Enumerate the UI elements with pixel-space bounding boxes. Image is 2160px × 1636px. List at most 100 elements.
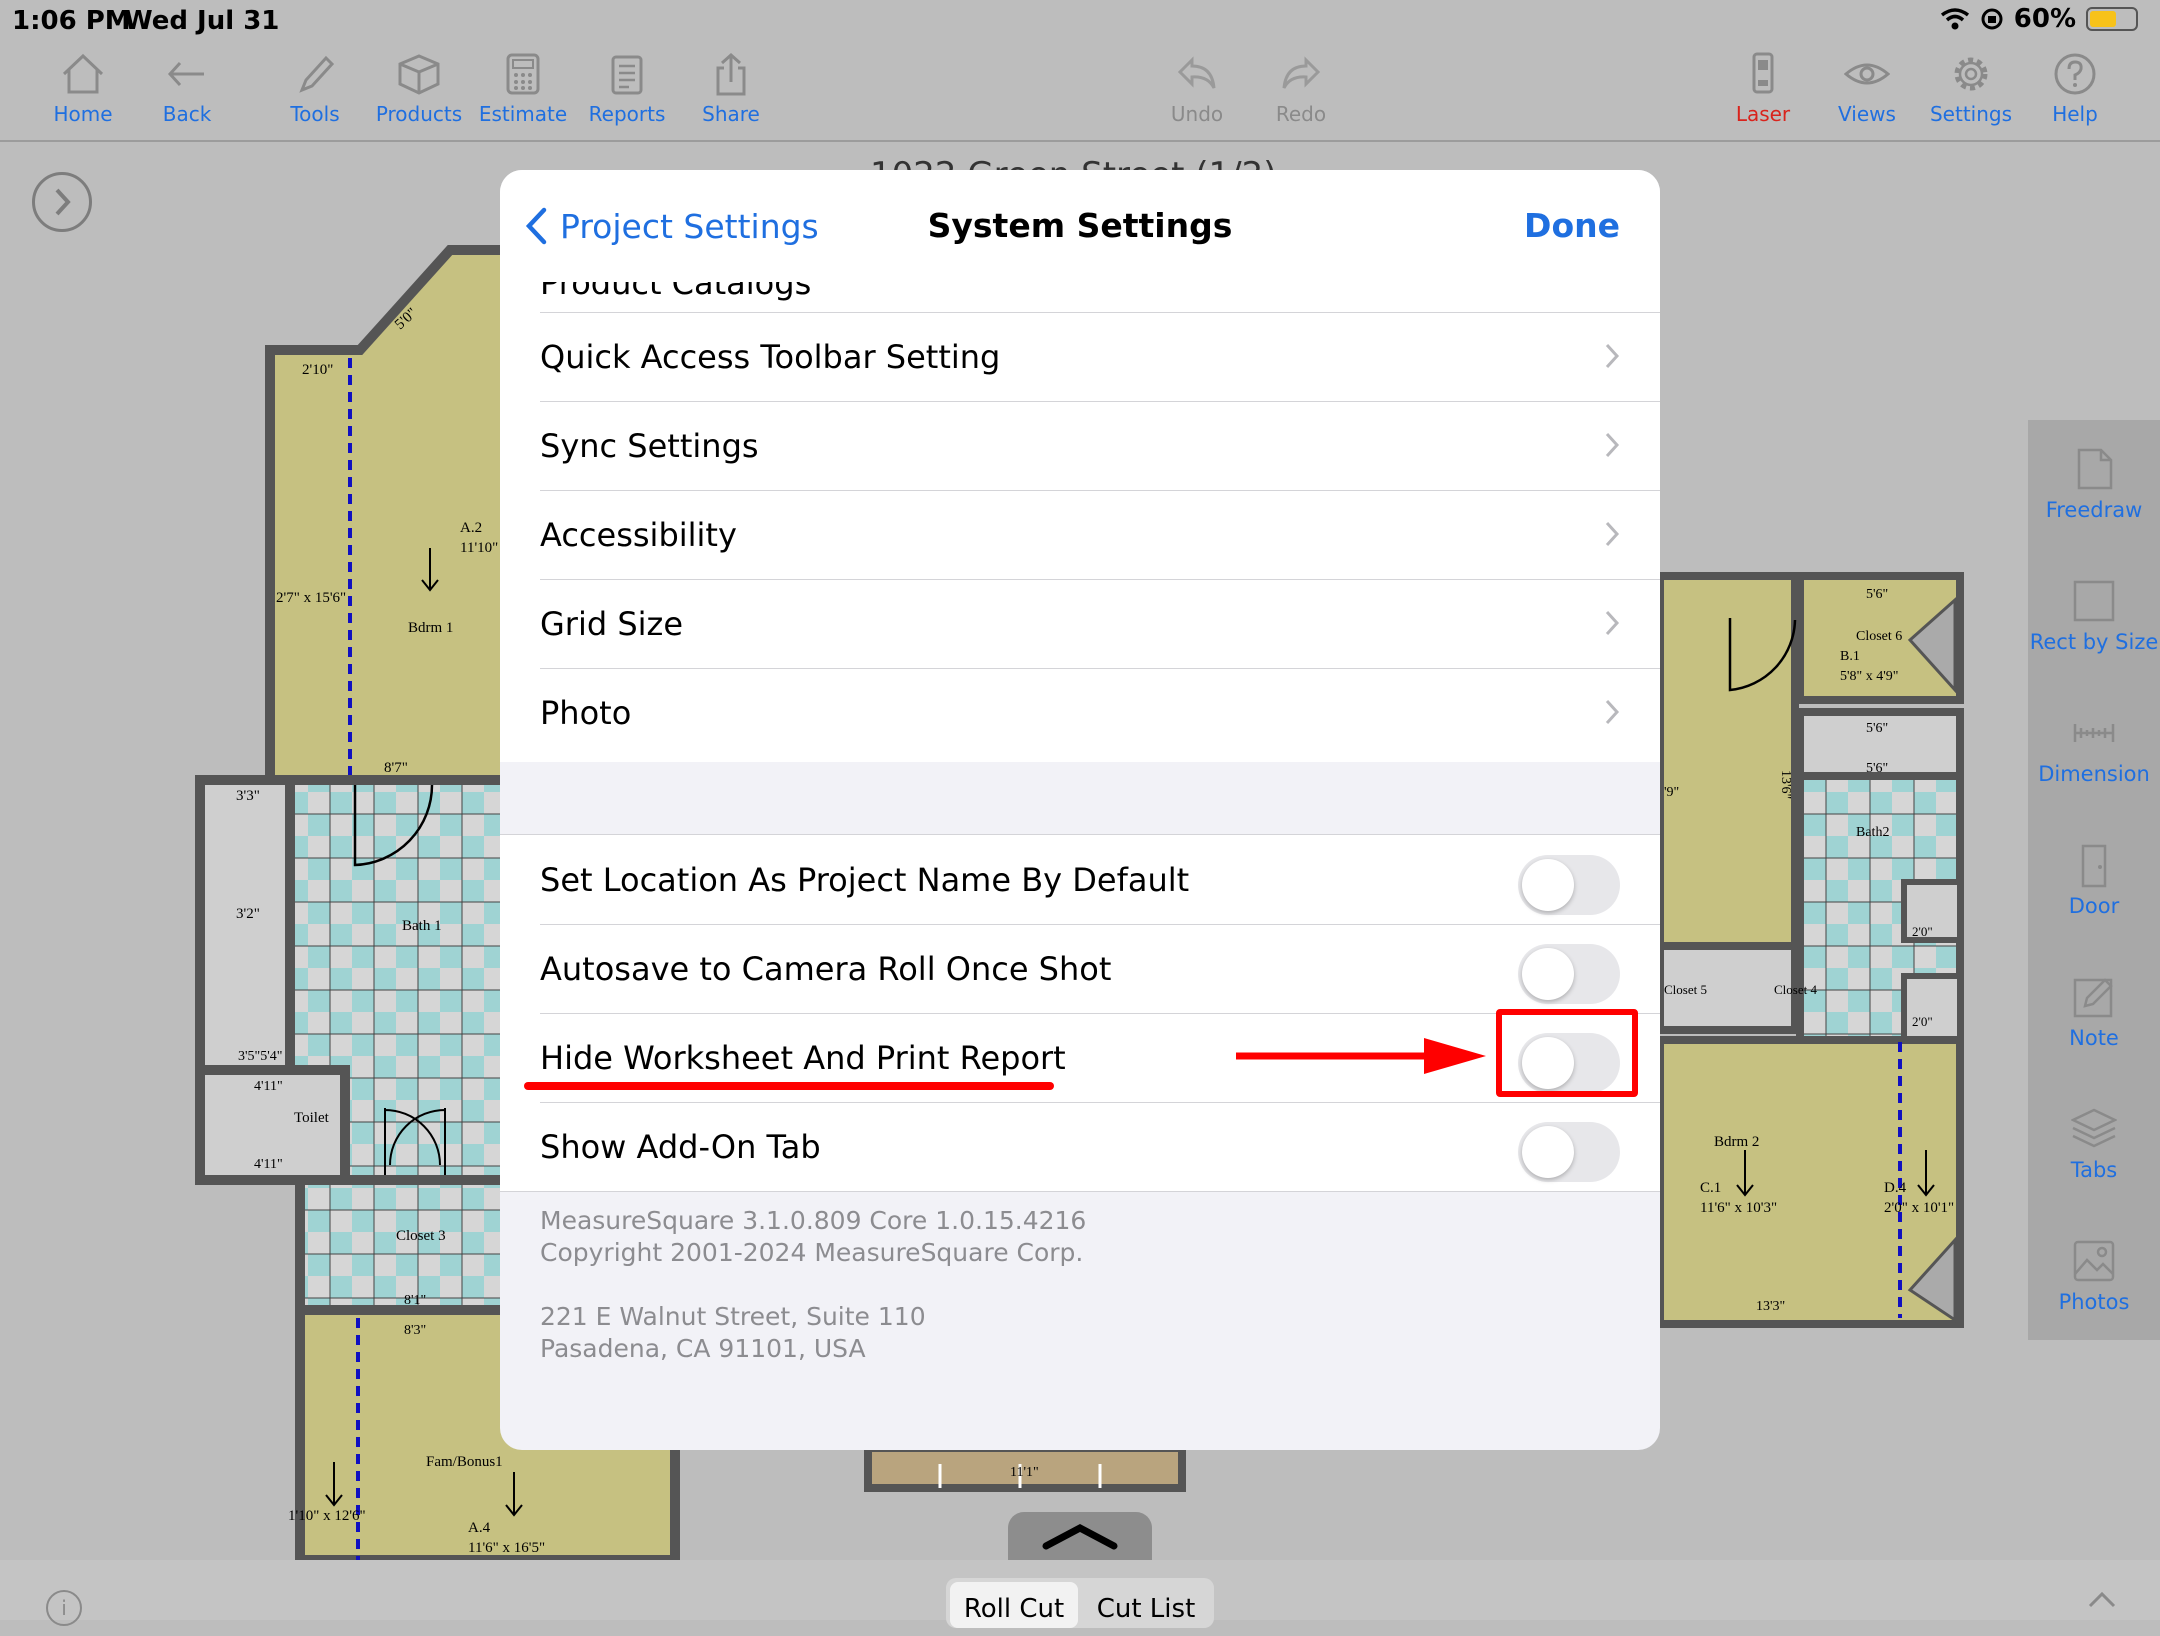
reports-button[interactable]: Reports (572, 52, 682, 126)
sync-settings-label: Sync Settings (540, 427, 759, 465)
chevron-right-icon (1605, 610, 1620, 636)
views-button[interactable]: Views (1812, 52, 1922, 126)
settings-button[interactable]: Settings (1916, 52, 2026, 126)
chevron-right-icon (1605, 343, 1620, 369)
grid-size-label: Grid Size (540, 605, 684, 643)
autosave-camera-roll-label: Autosave to Camera Roll Once Shot (540, 950, 1112, 988)
quick-access-toolbar-row[interactable]: Quick Access Toolbar Setting (540, 312, 1660, 402)
laser-device-icon (1752, 52, 1774, 94)
note-icon (2073, 978, 2113, 1018)
photo-icon (2073, 1240, 2115, 1282)
floorplan-bottom-center: 11'1" (864, 1444, 1186, 1492)
share-button[interactable]: Share (676, 52, 786, 126)
label-dim-13-6: 13'6" (1778, 770, 1793, 799)
accessibility-row[interactable]: Accessibility (540, 490, 1660, 580)
label-bdrm2: Bdrm 2 (1714, 1134, 1759, 1150)
products-button[interactable]: Products (364, 52, 474, 126)
help-label: Help (2052, 102, 2098, 126)
label-c1: C.1 (1700, 1180, 1721, 1196)
label-dim-4-11b: 4'11" (254, 1157, 283, 1172)
tools-button[interactable]: Tools (260, 52, 370, 126)
help-button[interactable]: Help (2020, 52, 2130, 126)
redo-icon (1282, 56, 1321, 89)
label-a2: A.2 (460, 520, 482, 536)
door-button[interactable]: Door (2028, 842, 2160, 918)
rect-by-size-label: Rect by Size (2029, 630, 2159, 654)
show-addon-tab-toggle[interactable] (1518, 1122, 1620, 1182)
products-label: Products (375, 102, 463, 126)
label-dim-8-3: 8'3" (404, 1323, 426, 1338)
redo-button[interactable]: Redo (1246, 52, 1356, 126)
photo-row[interactable]: Photo (540, 668, 1660, 757)
done-button[interactable]: Done (1524, 206, 1620, 245)
laser-button[interactable]: Laser (1708, 52, 1818, 126)
rectangle-icon (2073, 580, 2115, 622)
version-text: MeasureSquare 3.1.0.809 Core 1.0.15.4216 (540, 1206, 1087, 1235)
views-label: Views (1838, 102, 1896, 126)
label-dim-11-1: 11'1" (1010, 1465, 1039, 1480)
chevron-right-icon (1605, 521, 1620, 547)
undo-button[interactable]: Undo (1142, 52, 1252, 126)
label-dim-8-1: 8'1" (404, 1293, 426, 1308)
cut-list-tab[interactable]: Cut List (1082, 1582, 1210, 1628)
label-closet3: Closet 3 (396, 1228, 446, 1244)
photos-button[interactable]: Photos (2028, 1238, 2160, 1314)
status-right: 60% (1940, 4, 2138, 34)
location-project-name-row: Set Location As Project Name By Default (540, 835, 1660, 925)
label-dim-2-0b: 2'0" (1912, 1014, 1933, 1029)
label-a2-size: 11'10" (460, 540, 498, 556)
rect-by-size-button[interactable]: Rect by Size (2028, 578, 2160, 654)
label-d-size: 1'10" x 12'6" (288, 1508, 366, 1524)
side-tool-panel: Freedraw Rect by Size Dimension Door Not… (2028, 420, 2160, 1340)
tabs-button[interactable]: Tabs (2028, 1106, 2160, 1182)
label-dim-3-3: 3'3" (236, 788, 260, 804)
quick-access-toolbar-label: Quick Access Toolbar Setting (540, 338, 1001, 376)
label-toilet: Toilet (294, 1110, 330, 1126)
freedraw-button[interactable]: Freedraw (2028, 446, 2160, 522)
location-project-name-label: Set Location As Project Name By Default (540, 861, 1190, 899)
home-label: Home (53, 102, 113, 126)
back-label: Back (162, 102, 212, 126)
info-icon[interactable]: i (46, 1590, 82, 1626)
status-time: 1:06 PM (12, 6, 131, 36)
location-project-name-toggle[interactable] (1518, 855, 1620, 915)
wifi-icon (1940, 8, 1969, 30)
roll-cut-tab[interactable]: Roll Cut (950, 1582, 1078, 1628)
sync-settings-row[interactable]: Sync Settings (540, 401, 1660, 491)
label-closet5: Closet 5 (1664, 982, 1707, 997)
address-line2: Pasadena, CA 91101, USA (540, 1334, 866, 1363)
autosave-camera-roll-toggle[interactable] (1518, 944, 1620, 1004)
pencil-icon (299, 55, 335, 93)
cut-segmented-control: Roll Cut Cut List (946, 1578, 1214, 1628)
freedraw-icon (2077, 448, 2113, 490)
home-icon (62, 53, 104, 94)
label-dim-5-6b: 5'6" (1866, 721, 1888, 736)
battery-icon (2086, 7, 2138, 31)
expand-panel-button[interactable] (32, 172, 92, 232)
chevron-up-icon (1042, 1524, 1118, 1550)
label-dim-2-10: 2'10" (302, 362, 333, 378)
label-fam: Fam/Bonus1 (426, 1454, 503, 1470)
expand-bottom-sheet-button[interactable] (1008, 1512, 1152, 1560)
door-icon (2081, 844, 2107, 888)
modal-title: System Settings (927, 206, 1233, 245)
copyright-text: Copyright 2001-2024 MeasureSquare Corp. (540, 1238, 1084, 1267)
back-button[interactable]: Back (132, 52, 242, 126)
note-label: Note (2069, 1026, 2119, 1050)
show-addon-tab-row: Show Add-On Tab (540, 1102, 1660, 1191)
dimension-button[interactable]: Dimension (2028, 710, 2160, 786)
label-b1-size: 5'8" x 4'9" (1840, 669, 1898, 684)
chevron-up-down-icon[interactable] (2084, 1588, 2120, 1618)
note-button[interactable]: Note (2028, 974, 2160, 1050)
estimate-button[interactable]: Estimate (468, 52, 578, 126)
home-button[interactable]: Home (28, 52, 138, 126)
grid-size-row[interactable]: Grid Size (540, 579, 1660, 669)
eye-icon (1844, 63, 1890, 85)
main-toolbar: Home Back Tools Products Estimate Report… (0, 40, 2160, 142)
label-closet4: Closet 4 (1774, 982, 1817, 997)
label-dim-13-3: 13'3" (1756, 1299, 1785, 1314)
label-closet6: Closet 6 (1856, 629, 1902, 644)
settings-label: Settings (1929, 102, 2013, 126)
label-dim-8-7: 8'7" (384, 760, 408, 776)
product-catalogs-row[interactable]: Product Catalogs (540, 282, 1660, 313)
